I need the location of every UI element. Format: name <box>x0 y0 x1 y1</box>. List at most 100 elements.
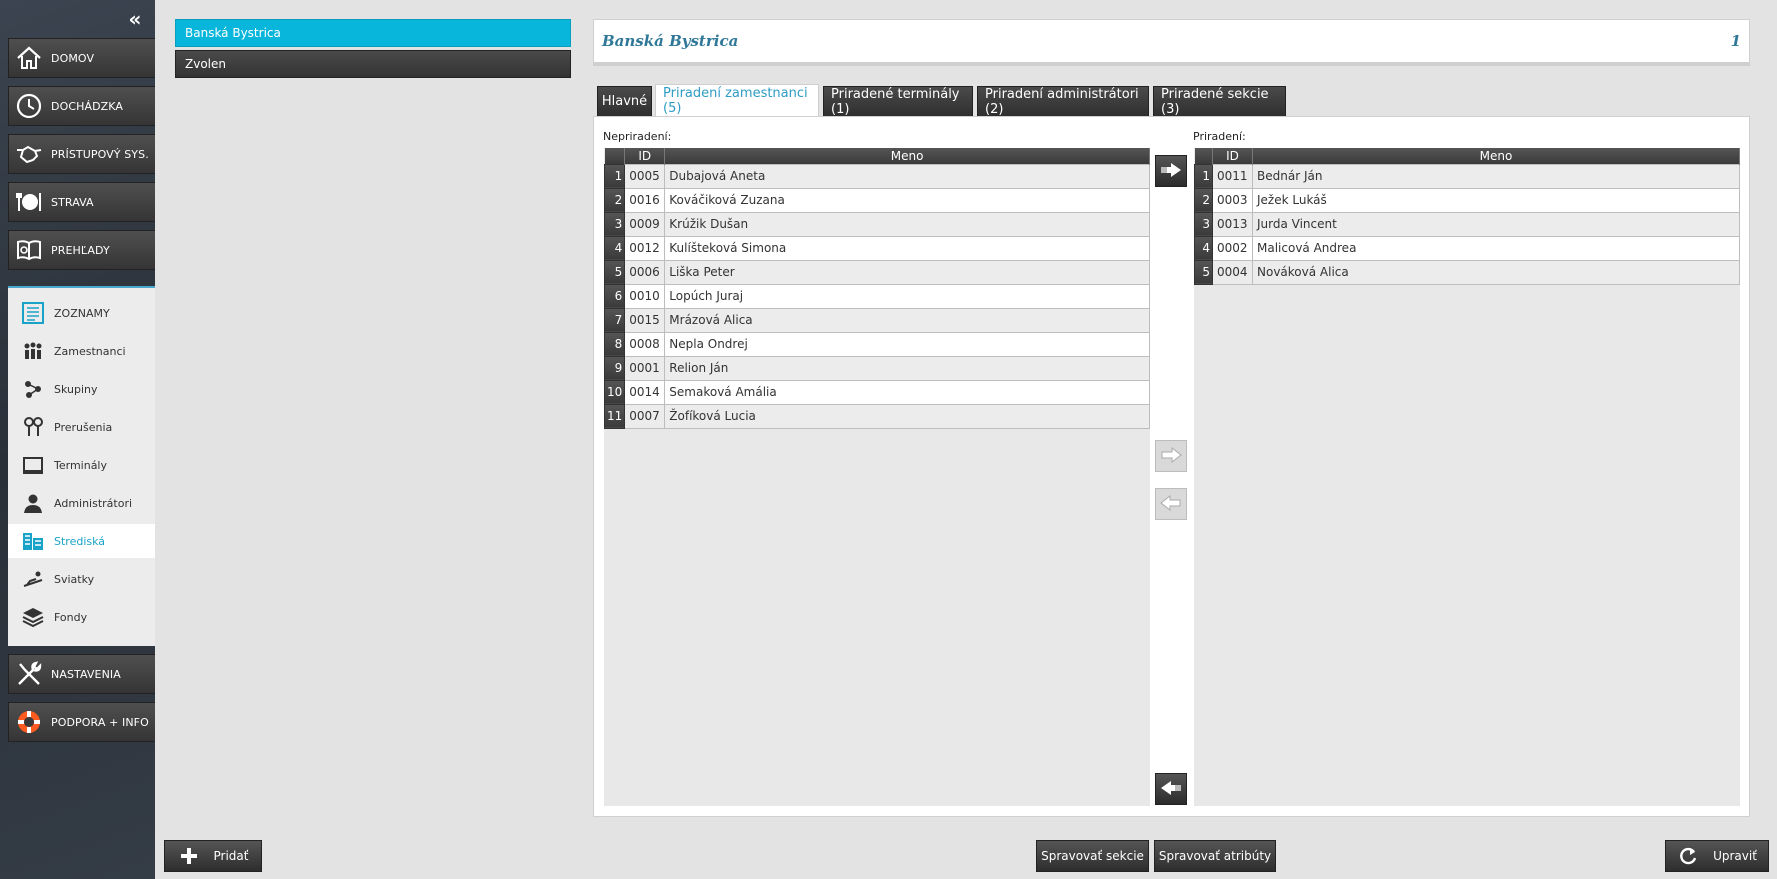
nav-label: DOMOV <box>51 51 95 65</box>
row-number: 1 <box>1194 163 1213 189</box>
table-row[interactable]: 2 0016 Kováčiková Zuzana <box>603 187 1150 213</box>
column-header-id[interactable]: ID <box>1212 148 1253 164</box>
nav-strava[interactable]: STRAVA <box>8 182 155 222</box>
cell-id: 0005 <box>624 163 666 189</box>
cell-id: 0004 <box>1212 259 1253 285</box>
submenu-sviatky[interactable]: Sviatky <box>8 562 155 596</box>
add-button[interactable]: Pridať <box>164 840 262 872</box>
submenu-label: Prerušenia <box>54 420 113 434</box>
manage-attributes-button[interactable]: Spravovať atribúty <box>1154 840 1276 872</box>
cell-id: 0011 <box>1212 163 1253 189</box>
nav-dochadzka[interactable]: DOCHÁDZKA <box>8 86 155 126</box>
cell-id: 0003 <box>1212 187 1253 213</box>
unassign-selected-button[interactable] <box>1155 488 1187 520</box>
cell-name: Lopúch Juraj <box>664 283 1150 309</box>
cell-name: Žofíková Lucia <box>664 403 1150 429</box>
table-row[interactable]: 4 0012 Kulíšteková Simona <box>603 235 1150 261</box>
row-number: 3 <box>1194 211 1213 237</box>
row-number: 1 <box>603 163 626 189</box>
cell-id: 0012 <box>624 235 666 261</box>
cell-id: 0016 <box>624 187 666 213</box>
unassign-all-button[interactable] <box>1155 773 1187 805</box>
row-number: 10 <box>603 379 626 405</box>
list-icon <box>20 300 46 326</box>
lifebuoy-icon <box>12 705 46 739</box>
row-number: 8 <box>603 331 626 357</box>
nav-prehlady[interactable]: PREHĽADY <box>8 230 155 270</box>
terminal-icon <box>20 452 46 478</box>
nav-podpora-info[interactable]: PODPORA + INFO <box>8 702 155 742</box>
submenu-zoznamy[interactable]: ZOZNAMY <box>8 296 155 330</box>
column-header-meno[interactable]: Meno <box>664 148 1150 164</box>
table-row[interactable]: 10 0014 Semaková Amália <box>603 379 1150 405</box>
row-number: 6 <box>603 283 626 309</box>
submenu-terminaly[interactable]: Terminály <box>8 448 155 482</box>
nav-domov[interactable]: DOMOV <box>8 38 155 78</box>
nav-label: NASTAVENIA <box>51 667 121 681</box>
tab-hlavne[interactable]: Hlavné <box>597 86 652 116</box>
people-icon <box>20 338 46 364</box>
location-item-zvolen[interactable]: Zvolen <box>175 50 571 78</box>
submenu-prerusenia[interactable]: Prerušenia <box>8 410 155 444</box>
cell-name: Nováková Alica <box>1252 259 1740 285</box>
detail-header: Banská Bystrica 1 <box>593 19 1750 63</box>
table-row[interactable]: 3 0009 Krúžik Dušan <box>603 211 1150 237</box>
submenu-label: Zamestnanci <box>54 344 126 358</box>
arrow-left-icon <box>1159 494 1183 515</box>
cell-name: Malicová Andrea <box>1252 235 1740 261</box>
nav-nastavenia[interactable]: NASTAVENIA <box>8 654 155 694</box>
rownum-header <box>604 148 626 164</box>
cell-name: Liška Peter <box>664 259 1150 285</box>
cell-name: Krúžik Dušan <box>664 211 1150 237</box>
table-row[interactable]: 3 0013 Jurda Vincent <box>1194 211 1740 237</box>
unassigned-grid[interactable]: ID Meno 1 0005 Dubajová Aneta 2 0016 Kováčiko… <box>603 148 1150 806</box>
sunbed-icon <box>20 566 46 592</box>
table-row[interactable]: 4 0002 Malicová Andrea <box>1194 235 1740 261</box>
column-header-id[interactable]: ID <box>624 148 666 164</box>
edit-button[interactable]: Upraviť <box>1665 840 1769 872</box>
table-row[interactable]: 1 0005 Dubajová Aneta <box>603 163 1150 189</box>
table-row[interactable]: 8 0008 Nepla Ondrej <box>603 331 1150 357</box>
cell-name: Relion Ján <box>664 355 1150 381</box>
cell-id: 0009 <box>624 211 666 237</box>
location-item-banska-bystrica[interactable]: Banská Bystrica <box>175 19 571 47</box>
cell-name: Dubajová Aneta <box>664 163 1150 189</box>
table-row[interactable]: 5 0004 Nováková Alica <box>1194 259 1740 285</box>
table-row[interactable]: 9 0001 Relion Ján <box>603 355 1150 381</box>
assign-all-button[interactable] <box>1155 155 1187 187</box>
assign-selected-button[interactable] <box>1155 440 1187 472</box>
table-row[interactable]: 1 0011 Bednár Ján <box>1194 163 1740 189</box>
table-row[interactable]: 2 0003 Ježek Lukáš <box>1194 187 1740 213</box>
row-number: 9 <box>603 355 626 381</box>
submenu-label: Terminály <box>54 458 107 472</box>
assigned-label: Priradení: <box>1193 130 1246 143</box>
nav-pristupovy-sys[interactable]: PRÍSTUPOVÝ SYS. <box>8 134 155 174</box>
submenu-strediska[interactable]: Strediská <box>8 524 155 558</box>
groups-icon <box>20 376 46 402</box>
unassigned-label: Nepriradení: <box>603 130 672 143</box>
tab-priradene-sekcie[interactable]: Priradené sekcie (3) <box>1153 86 1286 117</box>
cell-name: Jurda Vincent <box>1252 211 1740 237</box>
tab-priradeni-administratori[interactable]: Priradení administrátori (2) <box>977 86 1149 117</box>
sidebar: « DOMOV DOCHÁDZKA PRÍSTUPOVÝ SYS. STRAVA… <box>0 0 155 879</box>
double-arrow-right-icon <box>1159 161 1183 182</box>
collapse-sidebar-icon[interactable]: « <box>124 8 146 30</box>
submenu-zamestnanci[interactable]: Zamestnanci <box>8 334 155 368</box>
tab-priradeni-zamestnanci[interactable]: Priradení zamestnanci (5) <box>655 84 819 116</box>
row-number: 2 <box>603 187 626 213</box>
pins-icon <box>20 414 46 440</box>
submenu-fondy[interactable]: Fondy <box>8 600 155 634</box>
column-header-meno[interactable]: Meno <box>1252 148 1740 164</box>
table-row[interactable]: 11 0007 Žofíková Lucia <box>603 403 1150 429</box>
assigned-grid[interactable]: ID Meno 1 0011 Bednár Ján 2 0003 Ježek Lukáš 3… <box>1194 148 1740 806</box>
manage-sections-button[interactable]: Spravovať sekcie <box>1036 840 1149 872</box>
submenu-skupiny[interactable]: Skupiny <box>8 372 155 406</box>
table-row[interactable]: 7 0015 Mrázová Alica <box>603 307 1150 333</box>
table-row[interactable]: 6 0010 Lopúch Juraj <box>603 283 1150 309</box>
submenu-administratori[interactable]: Administrátori <box>8 486 155 520</box>
grid-header: ID Meno <box>604 148 1150 164</box>
row-number: 11 <box>603 403 626 429</box>
tab-priradene-terminaly[interactable]: Priradené terminály (1) <box>823 86 973 117</box>
table-row[interactable]: 5 0006 Liška Peter <box>603 259 1150 285</box>
double-arrow-left-icon <box>1159 779 1183 800</box>
